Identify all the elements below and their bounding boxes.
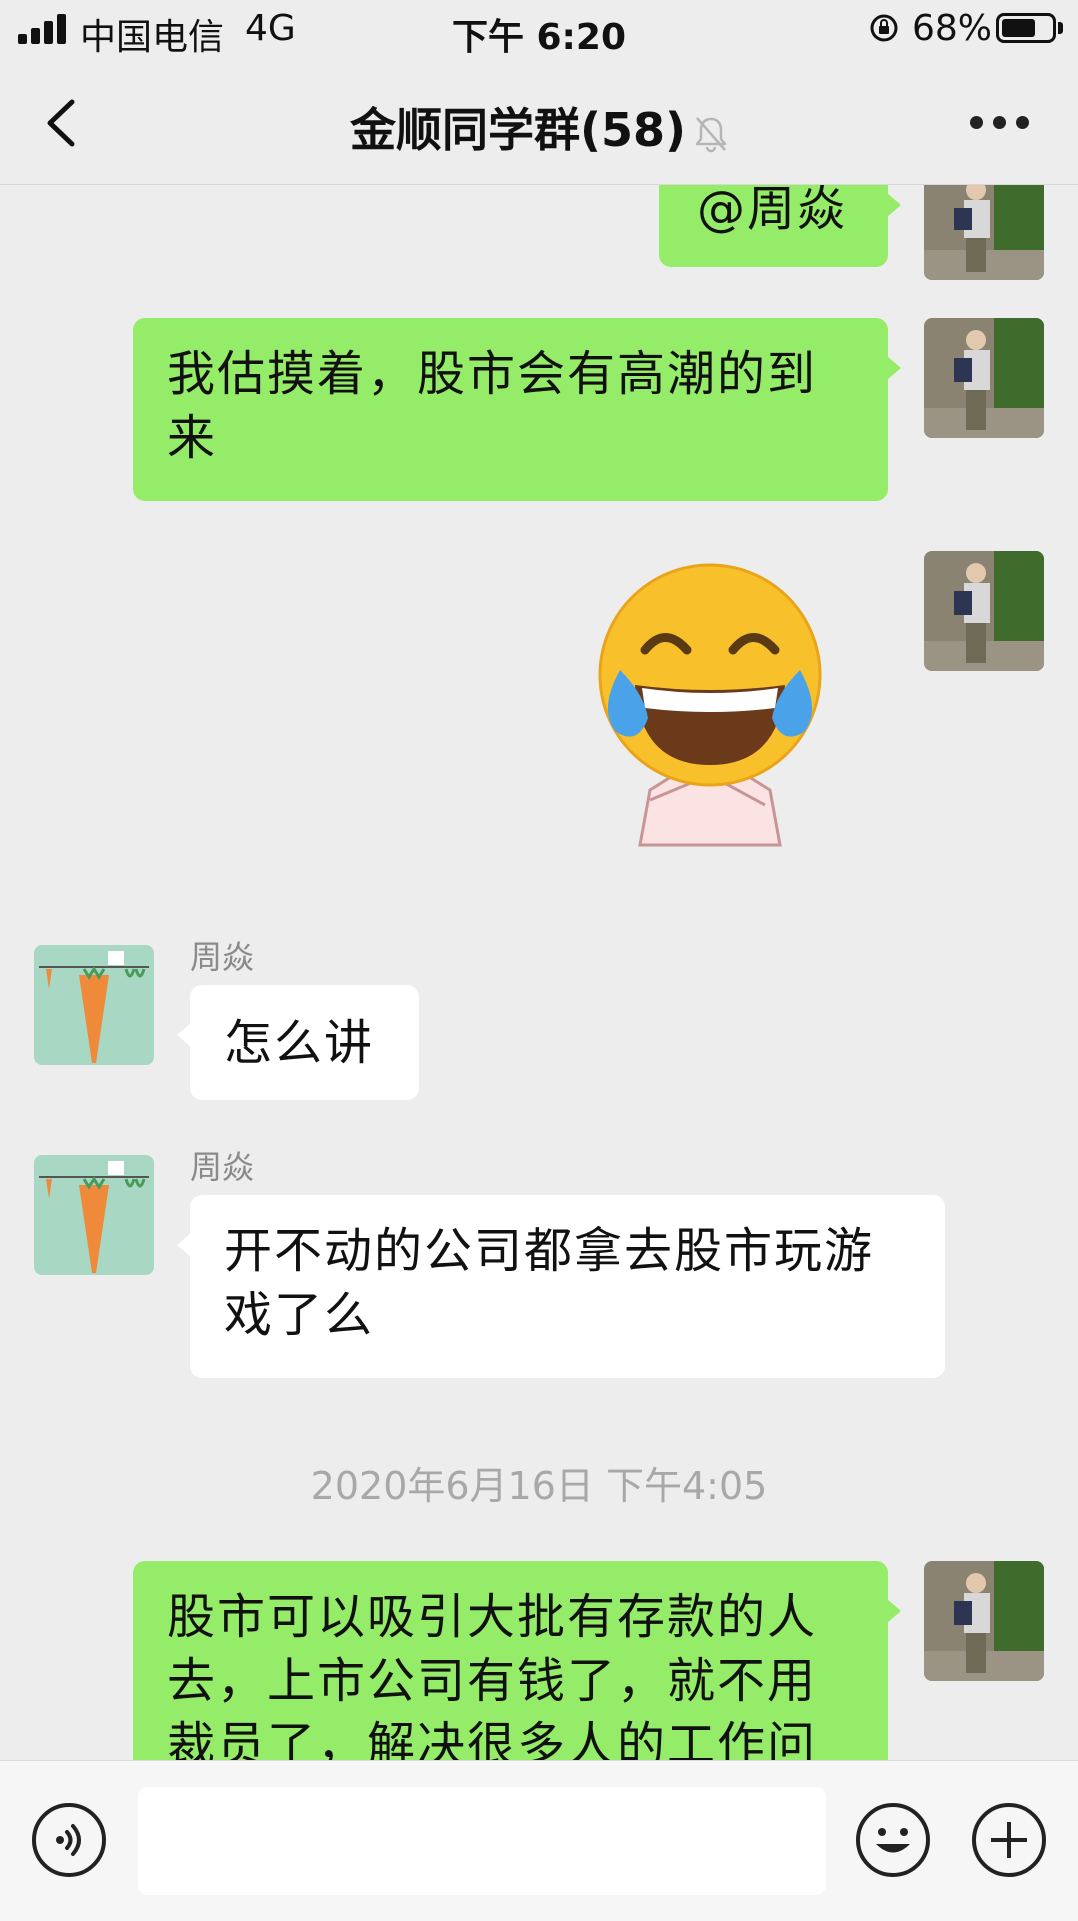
message-line: 裁员了，解决很多人的工作问 (167, 1717, 818, 1760)
message-timestamp: 2020年6月16日 下午4:05 (310, 1464, 768, 1508)
avatar[interactable] (924, 185, 1044, 280)
chat-title: 金顺同学群(58) (0, 94, 1078, 160)
message-line: 来 (167, 410, 218, 466)
avatar[interactable] (34, 1155, 154, 1275)
message-line: 开不动的公司都拿去股市玩游 (224, 1223, 875, 1279)
status-bar: 中国电信 4G 下午 6:20 68% (0, 0, 1078, 58)
message-bubble[interactable]: @周焱 (659, 185, 901, 267)
message-bubble[interactable]: 开不动的公司都拿去股市玩游 戏了么 (177, 1195, 945, 1378)
emoji-icon (876, 1828, 910, 1853)
plus-button[interactable] (972, 1803, 1046, 1877)
chat-title-text: 金顺同学群(58) (349, 103, 687, 157)
more-icon[interactable] (970, 116, 1030, 130)
message-bubble[interactable]: 股市可以吸引大批有存款的人 去，上市公司有钱了，就不用 裁员了，解决很多人的工作… (133, 1561, 901, 1760)
message-list[interactable]: @周焱 我估摸着，股市会有高潮的到 来 周焱 怎么讲 周焱 开不动的公司都拿去股… (0, 185, 1078, 1760)
avatar[interactable] (924, 551, 1044, 671)
plus-icon (991, 1822, 1027, 1858)
battery-percent: 68% (912, 8, 993, 49)
message-text: 怎么讲 (224, 1015, 375, 1071)
battery-icon (996, 13, 1056, 43)
avatar[interactable] (34, 945, 154, 1065)
voice-button[interactable] (32, 1803, 106, 1877)
avatar[interactable] (924, 318, 1044, 438)
message-bubble[interactable]: 怎么讲 (177, 985, 419, 1100)
message-line: 去，上市公司有钱了，就不用 (167, 1653, 818, 1709)
chat-header: 金顺同学群(58) (0, 58, 1078, 185)
message-text: @周焱 (697, 185, 848, 237)
message-line: 戏了么 (224, 1287, 375, 1343)
message-line: 股市可以吸引大批有存款的人 (167, 1589, 818, 1645)
laughing-sticker[interactable] (590, 560, 830, 850)
mute-icon (695, 116, 727, 152)
message-input[interactable] (138, 1787, 826, 1895)
message-bubble[interactable]: 我估摸着，股市会有高潮的到 来 (133, 318, 901, 501)
sender-name: 周焱 (190, 938, 255, 976)
voice-icon (56, 1824, 81, 1856)
input-bar (0, 1760, 1078, 1921)
message-line: 我估摸着，股市会有高潮的到 (167, 346, 818, 402)
emoji-button[interactable] (856, 1803, 930, 1877)
avatar[interactable] (924, 1561, 1044, 1681)
sender-name: 周焱 (190, 1148, 255, 1186)
rotation-lock-icon (870, 14, 898, 42)
